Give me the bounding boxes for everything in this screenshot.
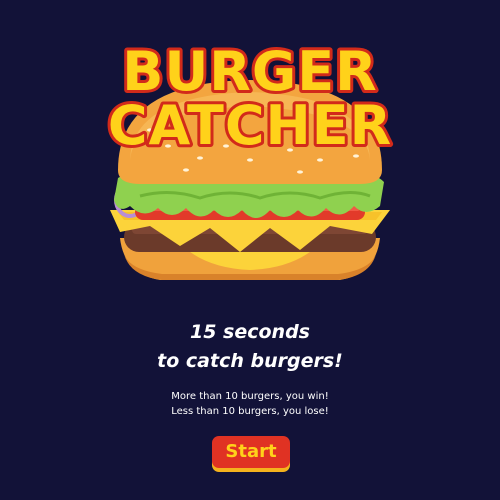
hero-svg: BURGER CATCHER (105, 37, 394, 280)
game-start-screen: BURGER CATCHER 15 seconds to catch burge… (0, 0, 500, 500)
headline-line-2: to catch burgers! (157, 350, 343, 372)
rule-lose: Less than 10 burgers, you lose! (171, 406, 329, 417)
hero-area: BURGER CATCHER (0, 0, 500, 300)
headline: 15 seconds to catch burgers! (0, 318, 500, 376)
headline-line-1: 15 seconds (189, 321, 310, 343)
start-button[interactable]: Start (212, 436, 290, 468)
rule-win: More than 10 burgers, you win! (171, 391, 329, 402)
title-line-2: CATCHER (108, 94, 392, 157)
rules: More than 10 burgers, you win! Less than… (0, 389, 500, 419)
